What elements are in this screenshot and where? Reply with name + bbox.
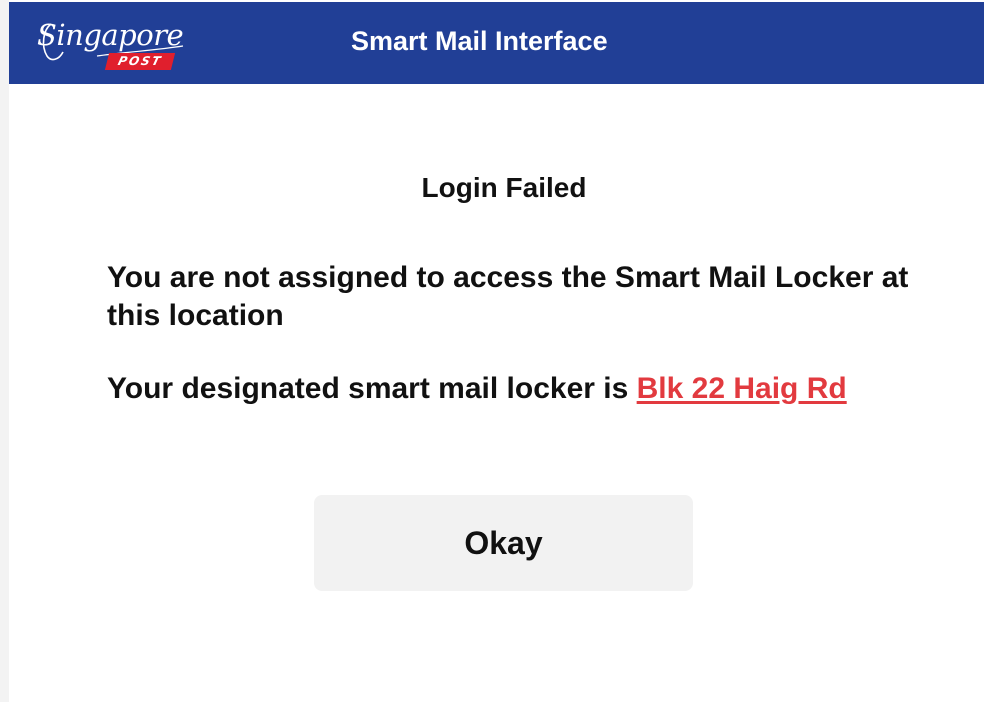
logo-script-text: Singapore (37, 18, 184, 52)
app-frame: Singapore POST Smart Mail Interface Logi… (0, 0, 984, 702)
designated-locker-text: Your designated smart mail locker is Blk… (107, 372, 847, 406)
dialog-title: Login Failed (421, 172, 587, 203)
designated-locker-prefix: Your designated smart mail locker is (107, 372, 637, 405)
designated-locker-link[interactable]: Blk 22 Haig Rd (637, 372, 847, 405)
okay-button[interactable]: Okay (314, 495, 693, 591)
singapore-post-logo: Singapore POST (37, 16, 187, 74)
error-message: You are not assigned to access the Smart… (107, 261, 909, 332)
header-title: Smart Mail Interface (351, 26, 608, 56)
logo-post-badge: POST (104, 53, 176, 70)
left-edge-strip (0, 0, 9, 702)
app-header: Singapore POST Smart Mail Interface (9, 2, 984, 84)
